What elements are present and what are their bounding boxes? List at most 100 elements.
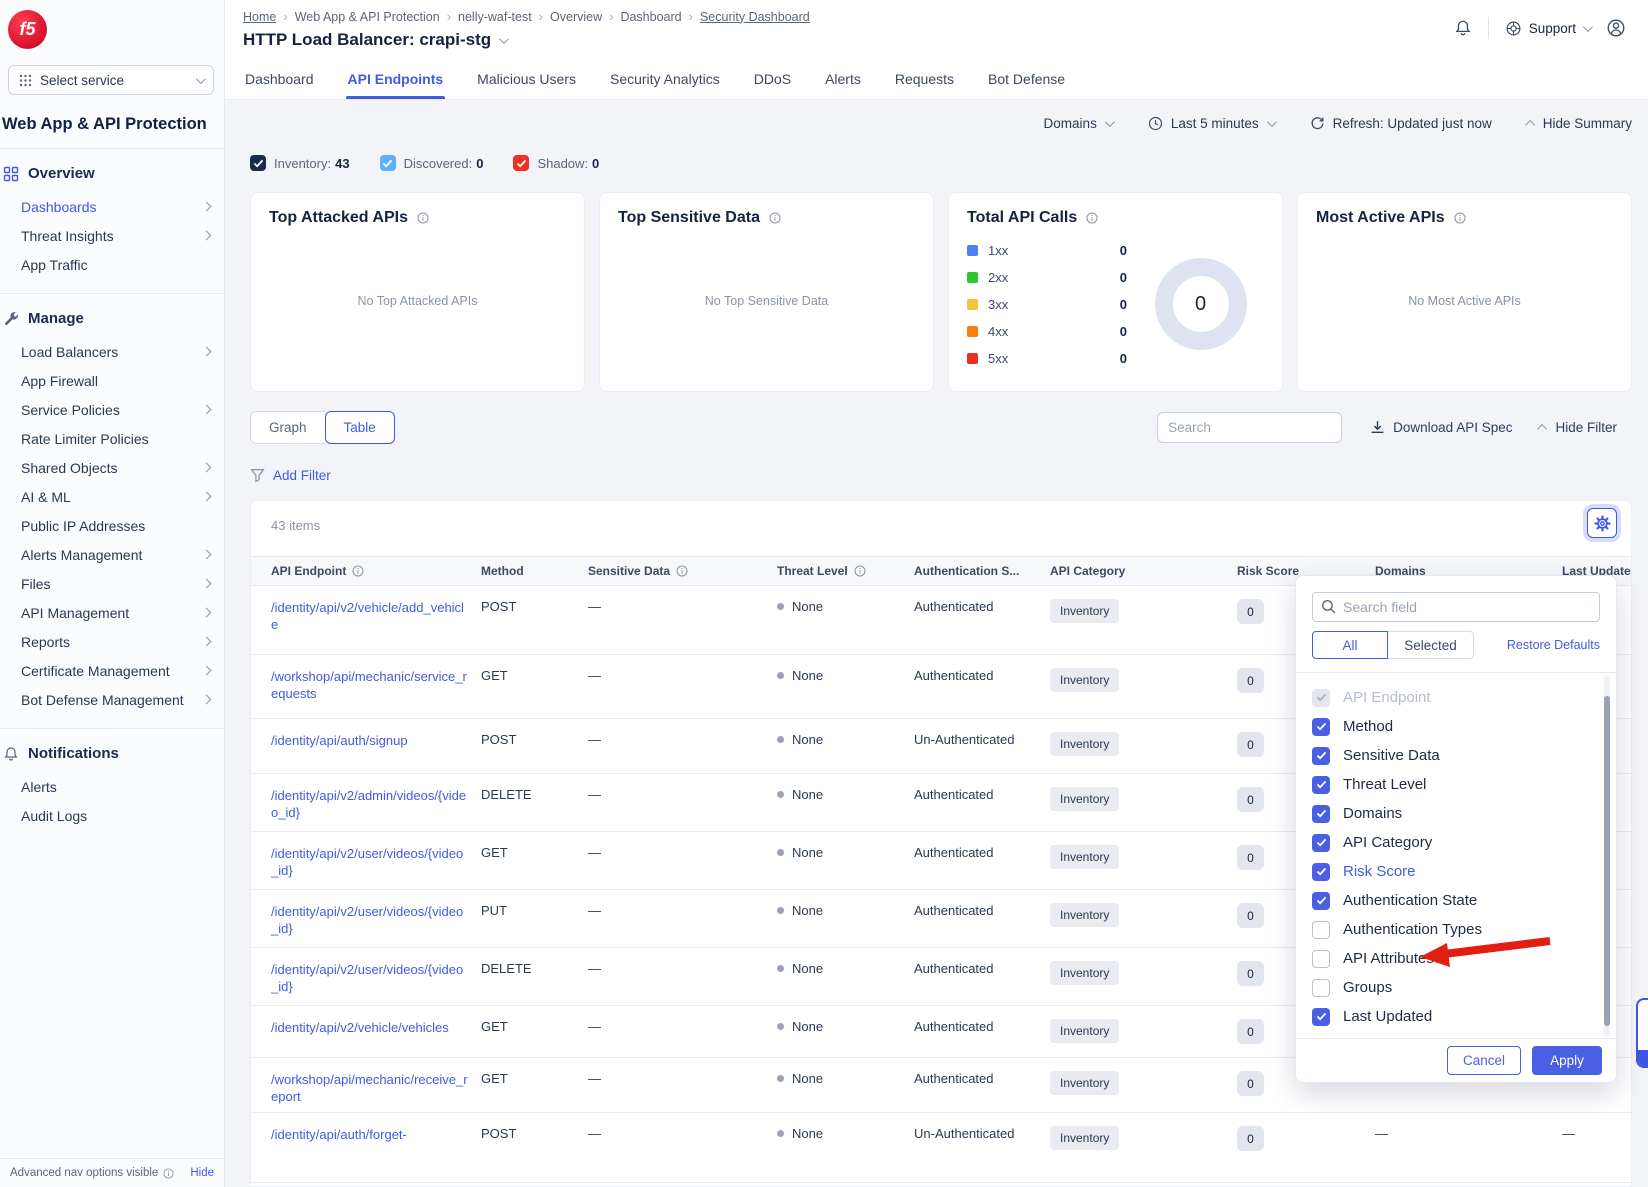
sidebar-item-files[interactable]: Files [0,569,224,598]
breadcrumb-item[interactable]: Home [243,10,276,24]
column-header-api-category[interactable]: API Category [1050,564,1237,578]
panel-field-authentication-state[interactable]: Authentication State [1312,886,1600,915]
sidebar-item-threat-insights[interactable]: Threat Insights [0,221,224,250]
endpoint-link[interactable]: /workshop/api/mechanic/receive_report [271,1071,481,1105]
endpoint-link[interactable]: /identity/api/v2/user/videos/{video_id} [271,903,481,937]
checkbox-checked-icon[interactable] [1312,776,1330,794]
sidebar-item-dashboards[interactable]: Dashboards [0,192,224,221]
endpoint-link[interactable]: /identity/api/v2/user/videos/{video_id} [271,845,481,879]
select-service-dropdown[interactable]: Select service [8,65,214,95]
tab-ddos[interactable]: DDoS [754,56,791,99]
checkbox-checked-icon[interactable] [1312,892,1330,910]
domains-dropdown[interactable]: Domains [1044,116,1112,131]
hide-summary-toggle[interactable]: Hide Summary [1528,116,1632,131]
sidebar-item-app-traffic[interactable]: App Traffic [0,250,224,279]
chevron-down-icon[interactable] [499,34,509,44]
tab-security-analytics[interactable]: Security Analytics [610,56,720,99]
panel-field-threat-level[interactable]: Threat Level [1312,770,1600,799]
checkbox-checked-icon[interactable] [1312,863,1330,881]
sidebar-item-load-balancers[interactable]: Load Balancers [0,337,224,366]
restore-defaults-link[interactable]: Restore Defaults [1507,638,1600,652]
sidebar-item-public-ip-addresses[interactable]: Public IP Addresses [0,511,224,540]
counter-discovered[interactable]: Discovered:0 [380,155,484,171]
account-avatar-icon[interactable] [1606,18,1626,38]
sidebar-item-rate-limiter-policies[interactable]: Rate Limiter Policies [0,424,224,453]
endpoint-link[interactable]: /workshop/api/mechanic/service_requests [271,668,481,702]
panel-field-api-endpoint[interactable]: API Endpoint [1312,683,1600,712]
sidebar-item-service-policies[interactable]: Service Policies [0,395,224,424]
endpoint-link[interactable]: /identity/api/auth/signup [271,732,481,749]
view-toggle-table[interactable]: Table [325,411,395,444]
download-api-spec-button[interactable]: Download API Spec [1370,420,1512,435]
endpoint-link[interactable]: /identity/api/v2/vehicle/add_vehicle [271,599,481,633]
tab-requests[interactable]: Requests [895,56,954,99]
panel-field-api-category[interactable]: API Category [1312,828,1600,857]
f5-logo[interactable]: f5 [8,10,47,49]
breadcrumb-item[interactable]: Dashboard [620,10,681,24]
tab-bot-defense[interactable]: Bot Defense [988,56,1065,99]
panel-search-input[interactable] [1312,592,1600,622]
checkbox-unchecked-icon[interactable] [1312,950,1330,968]
breadcrumb-item[interactable]: Overview [550,10,602,24]
sidebar-item-bot-defense-management[interactable]: Bot Defense Management [0,685,224,714]
hide-filter-toggle[interactable]: Hide Filter [1540,420,1617,435]
view-toggle-graph[interactable]: Graph [250,411,325,444]
checkbox-checked-icon[interactable] [1312,1008,1330,1026]
add-filter-button[interactable]: Add Filter [273,468,331,483]
apply-button[interactable]: Apply [1532,1046,1602,1075]
sidebar-item-api-management[interactable]: API Management [0,598,224,627]
notifications-bell-icon[interactable] [1454,19,1472,37]
tab-dashboard[interactable]: Dashboard [245,56,314,99]
filter-selected-tab[interactable]: Selected [1388,631,1474,659]
endpoint-link[interactable]: /identity/api/auth/forget- [271,1126,481,1143]
tab-malicious-users[interactable]: Malicious Users [477,56,576,99]
column-header-authentication-s-[interactable]: Authentication S... [914,564,1050,578]
panel-field-api-attributes[interactable]: API Attributes [1312,944,1600,973]
search-input[interactable] [1157,412,1342,443]
checkbox-checked-icon[interactable] [1312,718,1330,736]
checkbox-checked-icon[interactable] [1312,747,1330,765]
sidebar-item-app-firewall[interactable]: App Firewall [0,366,224,395]
checkbox-checked-icon[interactable] [1312,834,1330,852]
sidebar-item-audit-logs[interactable]: Audit Logs [0,801,224,830]
filter-all-tab[interactable]: All [1312,631,1388,659]
panel-field-groups[interactable]: Groups [1312,973,1600,1002]
panel-field-risk-score[interactable]: Risk Score [1312,857,1600,886]
endpoint-link[interactable]: /identity/api/v2/vehicle/vehicles [271,1019,481,1036]
tab-alerts[interactable]: Alerts [825,56,861,99]
column-header-api-endpoint[interactable]: API Endpoint [271,564,481,578]
column-header-threat-level[interactable]: Threat Level [777,564,914,578]
panel-field-sensitive-data[interactable]: Sensitive Data [1312,741,1600,770]
support-menu[interactable]: Support [1505,20,1590,37]
edge-floating-widget[interactable] [1636,998,1648,1068]
column-header-sensitive-data[interactable]: Sensitive Data [588,564,777,578]
counter-inventory[interactable]: Inventory:43 [250,155,350,171]
time-range-dropdown[interactable]: Last 5 minutes [1148,116,1274,131]
sidebar-item-certificate-management[interactable]: Certificate Management [0,656,224,685]
endpoint-link[interactable]: /identity/api/v2/user/videos/{video_id} [271,961,481,995]
checkbox-unchecked-icon[interactable] [1312,979,1330,997]
refresh-button[interactable]: Refresh: Updated just now [1310,116,1492,131]
panel-field-domains[interactable]: Domains [1312,799,1600,828]
column-header-method[interactable]: Method [481,564,588,578]
sidebar-item-shared-objects[interactable]: Shared Objects [0,453,224,482]
panel-field-last-updated[interactable]: Last Updated [1312,1002,1600,1031]
sidebar-item-alerts-management[interactable]: Alerts Management [0,540,224,569]
sidebar-item-reports[interactable]: Reports [0,627,224,656]
checkbox-unchecked-icon[interactable] [1312,921,1330,939]
checkbox-checked-icon[interactable] [1312,805,1330,823]
sidebar-item-alerts[interactable]: Alerts [0,772,224,801]
cancel-button[interactable]: Cancel [1447,1046,1521,1075]
breadcrumb-item[interactable]: nelly-waf-test [458,10,532,24]
breadcrumb-item[interactable]: Web App & API Protection [295,10,440,24]
tab-api-endpoints[interactable]: API Endpoints [348,56,444,99]
hide-advanced-nav-link[interactable]: Hide [190,1167,214,1179]
panel-field-authentication-types[interactable]: Authentication Types [1312,915,1600,944]
panel-field-method[interactable]: Method [1312,712,1600,741]
endpoint-link[interactable]: /identity/api/v2/admin/videos/{video_id} [271,787,481,821]
panel-scrollbar-thumb[interactable] [1604,696,1610,1026]
counter-shadow[interactable]: Shadow:0 [513,155,599,171]
breadcrumb-item[interactable]: Security Dashboard [700,10,810,24]
sidebar-item-ai-ml[interactable]: AI & ML [0,482,224,511]
column-settings-gear-button[interactable] [1587,508,1617,538]
